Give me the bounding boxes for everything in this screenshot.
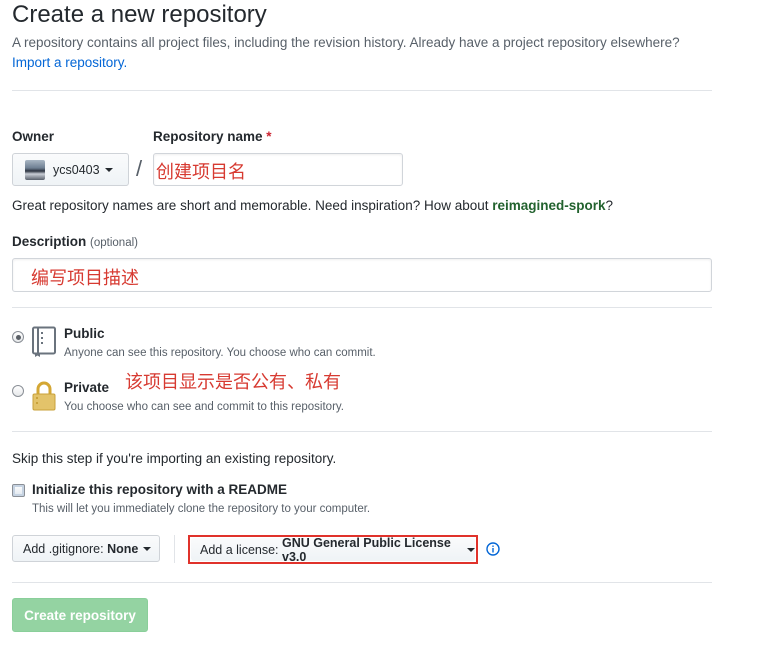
public-option-title: Public bbox=[64, 326, 105, 341]
create-repository-button[interactable]: Create repository bbox=[12, 598, 148, 632]
public-radio[interactable] bbox=[12, 331, 24, 343]
license-select[interactable]: Add a license: GNU General Public Licens… bbox=[191, 535, 475, 564]
public-option-desc: Anyone can see this repository. You choo… bbox=[64, 347, 376, 359]
repo-name-input[interactable]: 创建项目名 bbox=[153, 153, 403, 186]
visibility-annotation: 该项目显示是否公有、私有 bbox=[125, 372, 341, 393]
private-option-desc: You choose who can see and commit to thi… bbox=[64, 401, 344, 413]
name-suggestion[interactable]: reimagined-spork bbox=[492, 198, 605, 213]
divider bbox=[12, 90, 712, 91]
gitignore-value: None bbox=[107, 541, 139, 556]
owner-repo-separator: / bbox=[136, 156, 143, 181]
info-icon[interactable] bbox=[486, 542, 500, 556]
divider bbox=[12, 307, 712, 308]
divider bbox=[174, 535, 175, 563]
description-input[interactable]: 编写项目描述 bbox=[12, 258, 712, 292]
lock-icon bbox=[30, 380, 58, 412]
repo-name-hint: Great repository names are short and mem… bbox=[12, 198, 613, 213]
skip-step-text: Skip this step if you're importing an ex… bbox=[12, 451, 337, 466]
divider bbox=[12, 431, 712, 432]
hint-text: Great repository names are short and mem… bbox=[12, 198, 493, 213]
gitignore-label: Add .gitignore: bbox=[23, 541, 108, 556]
avatar bbox=[25, 159, 45, 180]
readme-option-title: Initialize this repository with a README bbox=[32, 482, 288, 497]
readme-option-desc: This will let you immediately clone the … bbox=[32, 503, 371, 515]
owner-select[interactable]: ycs0403 bbox=[12, 153, 129, 186]
divider bbox=[12, 582, 712, 583]
hint-suffix: ? bbox=[605, 198, 614, 213]
owner-name: ycs0403 bbox=[53, 162, 100, 177]
page-subtitle: A repository contains all project files,… bbox=[12, 33, 732, 73]
required-mark: * bbox=[266, 129, 272, 144]
subtitle-text: A repository contains all project files,… bbox=[12, 35, 680, 50]
gitignore-select[interactable]: Add .gitignore: None bbox=[12, 535, 160, 562]
license-value: GNU General Public License v3.0 bbox=[282, 535, 451, 564]
import-repository-link[interactable]: Import a repository. bbox=[12, 55, 127, 70]
chevron-down-icon bbox=[467, 547, 475, 552]
description-label-text: Description bbox=[12, 234, 87, 249]
description-annotation: 编写项目描述 bbox=[31, 268, 139, 289]
license-label: Add a license: bbox=[200, 542, 282, 557]
repo-name-label: Repository name * bbox=[153, 129, 272, 144]
repo-book-icon bbox=[30, 326, 58, 358]
description-label: Description (optional) bbox=[12, 234, 138, 249]
repo-name-label-text: Repository name bbox=[153, 129, 263, 144]
private-option-title: Private bbox=[64, 380, 110, 395]
owner-label: Owner bbox=[12, 129, 55, 144]
repo-name-annotation: 创建项目名 bbox=[156, 162, 246, 183]
optional-tag: (optional) bbox=[90, 237, 138, 249]
chevron-down-icon bbox=[143, 546, 152, 551]
chevron-down-icon bbox=[104, 167, 113, 172]
readme-checkbox[interactable] bbox=[12, 484, 25, 497]
private-radio[interactable] bbox=[12, 385, 24, 397]
page-title: Create a new repository bbox=[12, 1, 267, 28]
